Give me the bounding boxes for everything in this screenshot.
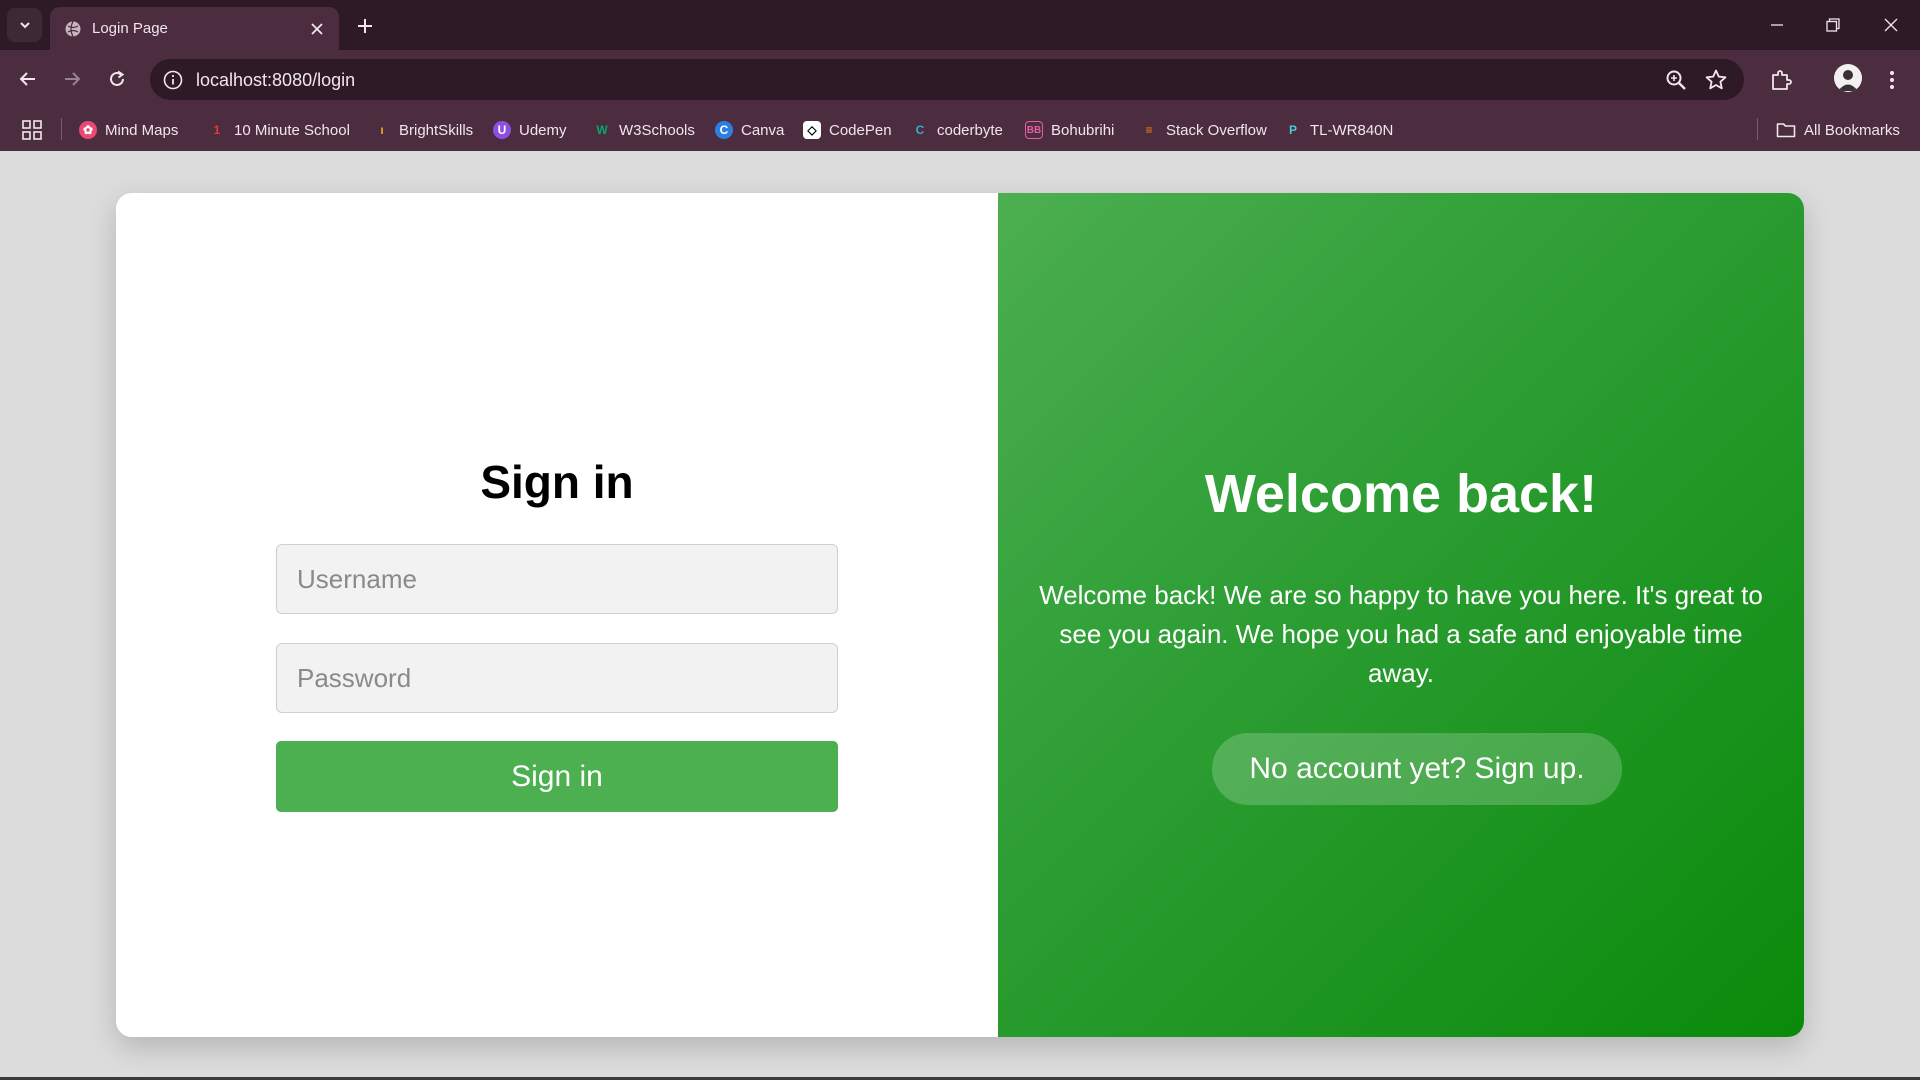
bookmark-w3schools[interactable]: W W3Schools xyxy=(593,118,695,142)
page-viewport: Sign in Sign in Welcome back! Welcome ba… xyxy=(0,151,1920,1080)
coderbyte-icon: C xyxy=(915,123,925,137)
bookmark-10-minute-school[interactable]: 1 10 Minute School xyxy=(208,118,350,142)
bookmark-canva[interactable]: C Canva xyxy=(715,118,784,142)
bookmark-label: Mind Maps xyxy=(105,121,179,139)
bookmark-label: Stack Overflow xyxy=(1166,121,1267,139)
forward-button[interactable] xyxy=(55,62,89,96)
info-icon[interactable] xyxy=(162,69,184,91)
close-icon xyxy=(1884,18,1898,32)
reload-icon xyxy=(110,70,125,86)
zoom-icon[interactable] xyxy=(1664,68,1688,92)
stackoverflow-icon: ≡ xyxy=(1145,123,1153,137)
username-input[interactable] xyxy=(276,544,838,614)
bookmarks-divider xyxy=(61,118,62,140)
bookmark-mind-maps[interactable]: ✿ Mind Maps xyxy=(79,118,178,142)
plus-icon xyxy=(358,19,372,33)
bookmarks-divider xyxy=(1757,118,1758,140)
bookmark-stack-overflow[interactable]: ≡ Stack Overflow xyxy=(1140,118,1267,142)
password-input[interactable] xyxy=(276,643,838,713)
bookmark-tl-wr840n[interactable]: P TL-WR840N xyxy=(1284,118,1393,142)
bookmark-label: TL-WR840N xyxy=(1310,121,1394,139)
back-button[interactable] xyxy=(11,62,45,96)
extensions-button[interactable] xyxy=(1766,65,1796,95)
restore-icon xyxy=(1826,18,1840,32)
browser-toolbar: localhost:8080/login xyxy=(0,50,1920,108)
tab-strip: Login Page xyxy=(0,0,1920,50)
bookmark-label: BrightSkills xyxy=(399,121,474,139)
minimize-button[interactable] xyxy=(1754,8,1800,42)
chevron-down-icon xyxy=(19,22,30,29)
tplink-icon: P xyxy=(1288,123,1297,137)
bookmark-udemy[interactable]: U Udemy xyxy=(493,118,567,142)
bookmark-brightskills[interactable]: ı BrightSkills xyxy=(373,118,473,142)
bookmark-coderbyte[interactable]: C coderbyte xyxy=(911,118,1003,142)
globe-icon xyxy=(65,20,81,37)
bookmark-label: CodePen xyxy=(829,121,892,139)
bookmark-label: Udemy xyxy=(519,121,567,139)
url-text[interactable]: localhost:8080/login xyxy=(196,70,355,91)
minimize-icon xyxy=(1771,24,1783,26)
bookmark-label: 10 Minute School xyxy=(234,121,350,139)
profile-avatar[interactable] xyxy=(1834,64,1862,92)
bookmark-label: coderbyte xyxy=(937,121,1003,139)
signin-panel: Sign in Sign in xyxy=(116,193,998,1037)
apps-grid-icon[interactable] xyxy=(20,118,44,142)
user-icon xyxy=(1838,70,1858,91)
close-window-button[interactable] xyxy=(1868,8,1914,42)
bohubrihi-icon: BB xyxy=(1025,121,1043,139)
10ms-icon: 1 xyxy=(213,123,221,137)
more-vertical-icon xyxy=(1890,71,1894,89)
puzzle-icon xyxy=(1772,70,1792,90)
bookmarks-bar: ✿ Mind Maps 1 10 Minute School ı BrightS… xyxy=(0,108,1920,151)
address-bar[interactable]: localhost:8080/login xyxy=(150,59,1744,100)
canva-icon: C xyxy=(715,121,733,139)
bookmark-label: W3Schools xyxy=(619,121,695,139)
tab-search-button[interactable] xyxy=(7,8,42,42)
welcome-title: Welcome back! xyxy=(1204,464,1598,524)
bookmark-bohubrihi[interactable]: BB Bohubrihi xyxy=(1025,118,1114,142)
restore-button[interactable] xyxy=(1810,8,1856,42)
tab-title: Login Page xyxy=(92,20,168,37)
codepen-icon: ◇ xyxy=(803,121,821,139)
w3schools-icon: W xyxy=(596,123,608,137)
arrow-right-icon xyxy=(65,72,81,86)
signup-button[interactable]: No account yet? Sign up. xyxy=(1212,733,1622,805)
udemy-icon: U xyxy=(493,121,511,139)
reload-button[interactable] xyxy=(100,62,134,96)
close-icon xyxy=(311,22,323,35)
new-tab-button[interactable] xyxy=(351,12,379,40)
signin-title: Sign in xyxy=(480,456,634,508)
login-card: Sign in Sign in Welcome back! Welcome ba… xyxy=(116,193,1804,1037)
bookmark-codepen[interactable]: ◇ CodePen xyxy=(803,118,892,142)
folder-icon xyxy=(1776,123,1796,138)
welcome-text: Welcome back! We are so happy to have yo… xyxy=(1039,580,1763,688)
signin-button[interactable]: Sign in xyxy=(276,741,838,812)
mindmaps-icon: ✿ xyxy=(79,121,97,139)
menu-button[interactable] xyxy=(1877,65,1907,95)
bookmark-label: Canva xyxy=(741,121,785,139)
brightskills-icon: ı xyxy=(380,123,384,137)
welcome-panel: Welcome back! Welcome back! We are so ha… xyxy=(998,193,1804,1037)
all-bookmarks-button[interactable]: All Bookmarks xyxy=(1776,118,1900,142)
active-tab[interactable]: Login Page xyxy=(50,7,339,50)
arrow-left-icon xyxy=(19,72,35,86)
star-icon[interactable] xyxy=(1704,68,1728,92)
all-bookmarks-label: All Bookmarks xyxy=(1804,121,1900,139)
close-tab-button[interactable] xyxy=(307,19,327,39)
bookmark-label: Bohubrihi xyxy=(1051,121,1115,139)
